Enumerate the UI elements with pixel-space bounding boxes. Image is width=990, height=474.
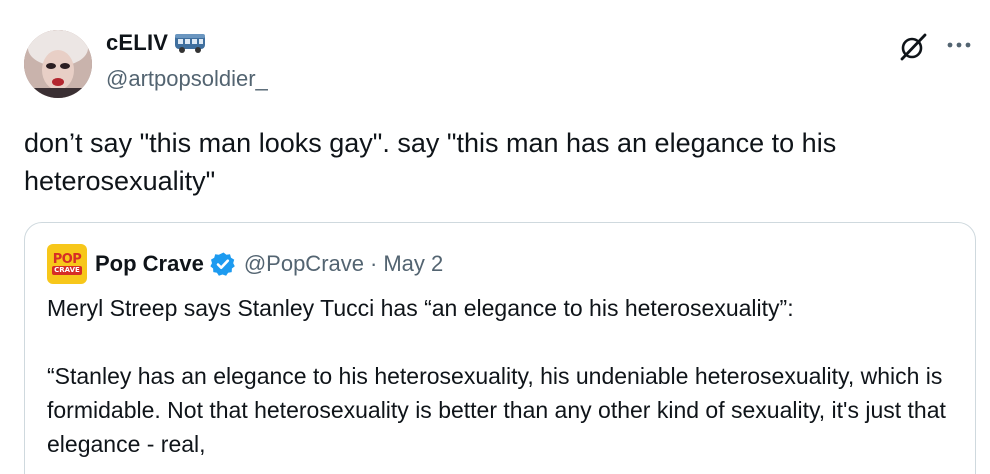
quote-handle[interactable]: @PopCrave [244, 251, 364, 277]
author-avatar[interactable] [24, 30, 92, 98]
quote-separator: · [370, 251, 378, 276]
quoted-tweet[interactable]: POP CRAVE Pop Crave @PopCrave · May 2 Me… [24, 222, 976, 474]
quote-display-name[interactable]: Pop Crave [95, 251, 204, 277]
quote-text: Meryl Streep says Stanley Tucci has “an … [47, 291, 947, 461]
quote-header: POP CRAVE Pop Crave @PopCrave · May 2 [47, 244, 443, 284]
verified-badge-icon [210, 251, 236, 277]
author-info: cELIV @artpopsoldier_ [106, 30, 268, 92]
tweet: cELIV @artpopsoldier_ don’t say "this ma… [0, 0, 990, 474]
tweet-text: don’t say "this man looks gay". say "thi… [24, 128, 837, 196]
quote-avatar[interactable]: POP CRAVE [47, 244, 87, 284]
quote-paragraph-1: Meryl Streep says Stanley Tucci has “an … [47, 295, 794, 321]
author-display-name[interactable]: cELIV [106, 30, 168, 56]
quote-avatar-crave: CRAVE [52, 266, 82, 275]
author-handle[interactable]: @artpopsoldier_ [106, 66, 268, 92]
bus-icon [174, 32, 206, 54]
more-icon[interactable] [946, 38, 972, 52]
quote-avatar-pop: POP [52, 252, 82, 267]
quote-date[interactable]: May 2 [383, 251, 443, 277]
quote-paragraph-2: “Stanley has an elegance to his heterose… [47, 363, 946, 457]
grok-icon[interactable] [898, 32, 928, 62]
